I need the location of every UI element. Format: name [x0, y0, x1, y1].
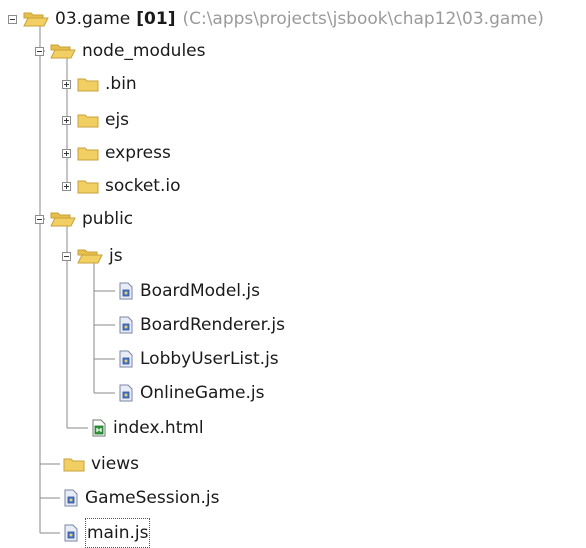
tree-item-onlinegame-js[interactable]: OnlineGame.js	[118, 378, 264, 408]
tree-item-bin[interactable]: .bin	[62, 69, 137, 99]
project-name: 03.game	[55, 9, 131, 29]
expand-toggle[interactable]	[62, 181, 71, 191]
expand-toggle[interactable]	[62, 79, 71, 89]
project-explorer-tree: 03.game [01] (C:\apps\projects\jsbook\ch…	[0, 0, 586, 548]
tree-item-label: LobbyUserList.js	[140, 349, 279, 369]
html-file-icon	[91, 419, 107, 437]
tree-item-label: ejs	[105, 110, 130, 130]
collapse-toggle[interactable]	[62, 251, 71, 261]
tree-item-main-js[interactable]: main.js	[63, 518, 151, 548]
js-file-icon	[118, 384, 134, 402]
tree-item-label: views	[91, 454, 140, 474]
open-folder-icon	[23, 10, 49, 28]
tree-item-label: index.html	[113, 418, 204, 438]
tree-item-label: OnlineGame.js	[140, 383, 265, 403]
tree-item-node-modules[interactable]: node_modules	[35, 36, 206, 66]
tree-item-ejs[interactable]: ejs	[62, 105, 129, 135]
tree-item-label: socket.io	[105, 176, 181, 196]
tree-item-label: express	[105, 143, 171, 163]
tree-item-boardmodel-js[interactable]: BoardModel.js	[118, 276, 260, 306]
tree-item-label: node_modules	[82, 41, 206, 61]
open-folder-icon	[77, 247, 103, 265]
tree-item-views[interactable]: views	[63, 449, 139, 479]
project-path: (C:\apps\projects\jsbook\chap12\03.game)	[182, 9, 544, 29]
js-file-icon	[118, 282, 134, 300]
tree-item-label: public	[82, 209, 134, 229]
tree-item-boardrenderer-js[interactable]: BoardRenderer.js	[118, 310, 285, 340]
tree-item-label: GameSession.js	[85, 488, 220, 508]
tree-item-socket-io[interactable]: socket.io	[62, 171, 181, 201]
tree-item-label: .bin	[105, 74, 137, 94]
folder-icon	[63, 455, 85, 473]
folder-icon	[77, 111, 99, 129]
expand-toggle[interactable]	[62, 115, 71, 125]
open-folder-icon	[50, 42, 76, 60]
expand-toggle[interactable]	[62, 148, 71, 158]
folder-icon	[77, 75, 99, 93]
collapse-toggle[interactable]	[8, 14, 17, 24]
js-file-icon	[118, 316, 134, 334]
project-badge: [01]	[136, 9, 176, 29]
collapse-toggle[interactable]	[35, 46, 44, 56]
tree-item-index-html[interactable]: index.html	[91, 413, 204, 443]
folder-icon	[77, 144, 99, 162]
tree-item-label: BoardRenderer.js	[140, 315, 285, 335]
tree-item-js[interactable]: js	[62, 241, 123, 271]
tree-item-label: main.js	[85, 518, 151, 548]
js-file-icon	[63, 489, 79, 507]
js-file-icon	[63, 524, 79, 542]
tree-item-public[interactable]: public	[35, 204, 133, 234]
tree-item-label: js	[109, 246, 123, 266]
tree-root-node[interactable]: 03.game [01] (C:\apps\projects\jsbook\ch…	[8, 4, 544, 34]
tree-item-label: BoardModel.js	[140, 281, 260, 301]
open-folder-icon	[50, 210, 76, 228]
tree-item-lobbyuserlist-js[interactable]: LobbyUserList.js	[118, 344, 279, 374]
folder-icon	[77, 177, 99, 195]
js-file-icon	[118, 350, 134, 368]
tree-item-express[interactable]: express	[62, 138, 171, 168]
tree-item-gamesession-js[interactable]: GameSession.js	[63, 483, 219, 513]
collapse-toggle[interactable]	[35, 214, 44, 224]
